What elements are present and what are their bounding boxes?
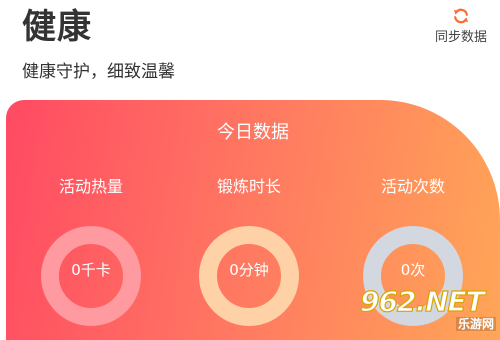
- metric-exercise-duration[interactable]: 锻炼时长 0分钟: [179, 176, 319, 340]
- metric-label: 活动热量: [58, 177, 123, 196]
- metric-activity-count[interactable]: 活动次数 0次: [343, 176, 483, 340]
- metric-activity-calories[interactable]: 活动热量 0千卡: [21, 176, 161, 340]
- today-data-title: 今日数据: [217, 122, 289, 143]
- metric-value: 0千卡: [71, 261, 111, 279]
- page-title: 健康: [22, 7, 92, 47]
- sync-data-button[interactable]: 同步数据: [428, 6, 494, 46]
- metric-value: 0次: [400, 261, 426, 279]
- metric-value: 0分钟: [229, 261, 269, 279]
- today-data-card: 今日数据 活动热量 0千卡 锻炼时长 0分钟 活动次数 0次: [6, 100, 500, 340]
- sync-icon: [454, 8, 468, 24]
- page-subtitle: 健康守护，细致温馨: [22, 62, 175, 82]
- sync-data-label: 同步数据: [434, 30, 487, 45]
- metric-label: 锻炼时长: [216, 177, 281, 196]
- metric-label: 活动次数: [380, 177, 445, 196]
